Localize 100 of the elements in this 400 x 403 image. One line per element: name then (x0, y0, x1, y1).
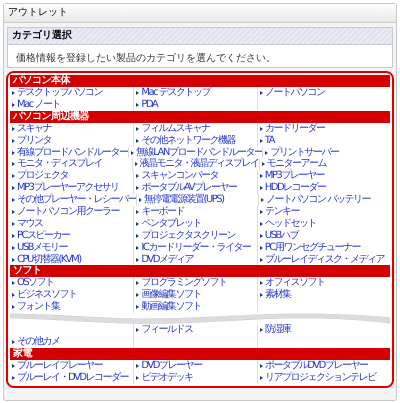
category-link[interactable]: ヘッドセット (264, 218, 316, 230)
category-link[interactable]: プリントサーバー (270, 146, 338, 158)
bullet-icon (260, 293, 263, 298)
bullet-icon (134, 162, 138, 166)
category-link[interactable]: 無停電電源装置(UPS) (144, 194, 224, 206)
bullet-icon (136, 234, 140, 238)
bullet-icon (136, 126, 140, 131)
category-link[interactable]: プロジェクタスクリーン (141, 230, 235, 242)
bullet-icon (260, 364, 263, 368)
category-link[interactable]: マウス (17, 218, 42, 230)
category-link[interactable]: テンキー (264, 206, 299, 218)
bullet-icon (136, 364, 140, 368)
category-link[interactable]: スキャナ (17, 122, 51, 135)
category-link[interactable]: ポータブルAVプレーヤー (141, 182, 236, 194)
category-link[interactable]: ノートパソコン バッテリー (266, 194, 370, 206)
category-link[interactable]: Mac デスクトップ (141, 87, 210, 99)
bullet-icon (12, 305, 15, 310)
bullet-icon (12, 174, 15, 178)
bullet-icon (260, 138, 263, 143)
category-link[interactable]: PCスピーカー (17, 230, 70, 242)
bullet-icon (12, 186, 15, 190)
category-link[interactable]: ビデオデッキ (141, 372, 192, 384)
bullet-icon (265, 150, 268, 155)
bullet-icon (12, 162, 15, 166)
bullet-icon (260, 246, 263, 250)
bullet-icon (260, 210, 263, 214)
category-link[interactable]: リアプロジェクションテレビ (264, 372, 376, 384)
bullet-icon (136, 210, 140, 214)
bullet-icon (12, 281, 15, 286)
category-link[interactable]: OSソフト (17, 277, 54, 290)
bullet-icon (136, 246, 140, 250)
category-link[interactable]: プログラミングソフト (141, 277, 226, 290)
category-link[interactable]: フィールドス (141, 324, 192, 336)
bullet-icon (136, 186, 140, 190)
bullet-icon (139, 198, 142, 202)
category-link[interactable]: その他カメ (17, 336, 60, 348)
category-link[interactable]: 素材集 (264, 289, 290, 302)
bullet-icon (261, 198, 264, 202)
category-link[interactable]: プロジェクタ (17, 170, 68, 182)
category-link[interactable]: デスクトップパソコン (17, 87, 102, 99)
bullet-icon (260, 281, 263, 286)
category-link[interactable]: ポータブルDVDプレーヤー (264, 360, 368, 372)
category-link[interactable]: オフィスソフト (264, 277, 324, 290)
category-link[interactable]: MP3プレーヤーアクセサリ (17, 182, 119, 194)
bullet-icon (12, 138, 15, 143)
category-link[interactable]: DVDメディア (141, 254, 193, 266)
category-link[interactable]: ブルーレイ・DVDレコーダー (17, 372, 128, 384)
bullet-icon (260, 328, 263, 332)
category-link[interactable]: 動画編集ソフト (141, 301, 201, 314)
category-link[interactable]: 有線ブロードバンドルーター (17, 146, 128, 158)
bullet-icon (12, 102, 15, 107)
bullet-icon (12, 246, 15, 250)
category-link[interactable]: その他ネットワーク機器 (141, 134, 235, 147)
category-link[interactable]: DVDプレーヤー (141, 360, 202, 372)
category-link[interactable]: TA (264, 134, 274, 147)
category-link[interactable]: PDA (141, 98, 158, 111)
bullet-icon (12, 126, 15, 131)
category-link[interactable]: 液晶モニタ・液晶ディスプレイ (140, 158, 259, 170)
category-link[interactable]: カードリーダー (264, 122, 324, 135)
bullet-icon (136, 281, 140, 286)
category-link[interactable]: MP3プレーヤー (264, 170, 324, 182)
bullet-icon (12, 222, 15, 226)
category-header: パソコン周辺機器 (10, 110, 390, 123)
category-link[interactable]: モニタ・ディスプレイ (17, 158, 102, 170)
category-link[interactable]: ICカードリーダー・ライター (141, 242, 250, 254)
bullet-icon (136, 90, 140, 95)
category-link[interactable]: ペンタブレット (141, 218, 201, 230)
bullet-icon (12, 234, 15, 238)
bullet-icon (12, 198, 15, 202)
category-header: 家電 (10, 348, 390, 360)
bullet-icon (260, 376, 263, 380)
bullet-icon (262, 162, 265, 166)
bullet-icon (136, 258, 140, 262)
category-link[interactable]: スキャンコンバータ (141, 170, 218, 182)
bullet-icon (12, 150, 15, 155)
category-link[interactable]: HDDレコーダー (264, 182, 326, 194)
category-link[interactable]: ブルーレイディスク・メディア (264, 254, 384, 266)
category-link[interactable]: ビジネスソフト (17, 289, 76, 302)
category-link[interactable]: モニターアーム (266, 158, 326, 170)
category-link[interactable]: USBメモリー (17, 242, 68, 254)
category-link[interactable]: プリンタ (17, 134, 51, 147)
category-link[interactable]: フォント集 (17, 301, 60, 314)
category-link[interactable]: 防湿庫 (264, 324, 290, 336)
category-link[interactable]: キーボード (141, 206, 184, 218)
bullet-icon (12, 364, 15, 368)
category-link[interactable]: フィルムスキャナ (141, 122, 210, 135)
bullet-icon (136, 138, 140, 143)
category-link[interactable]: ブルーレイプレーヤー (17, 360, 102, 372)
category-header: パソコン本体 (10, 75, 390, 87)
category-link[interactable]: CPU切替器(KVM) (17, 254, 81, 266)
bullet-icon (136, 222, 140, 226)
bullet-icon (136, 293, 140, 298)
category-link[interactable]: ノートパソコン用クーラー (17, 206, 119, 218)
category-link[interactable]: USBハブ (264, 230, 298, 242)
category-link[interactable]: Mac ノート (17, 98, 60, 111)
category-link[interactable]: ノートパソコン (264, 87, 324, 99)
bullet-icon (260, 258, 263, 262)
bullet-icon (260, 186, 263, 190)
category-link[interactable]: 画像編集ソフト (141, 289, 201, 302)
category-link[interactable]: PC用ワンセグチューナー (264, 242, 360, 254)
